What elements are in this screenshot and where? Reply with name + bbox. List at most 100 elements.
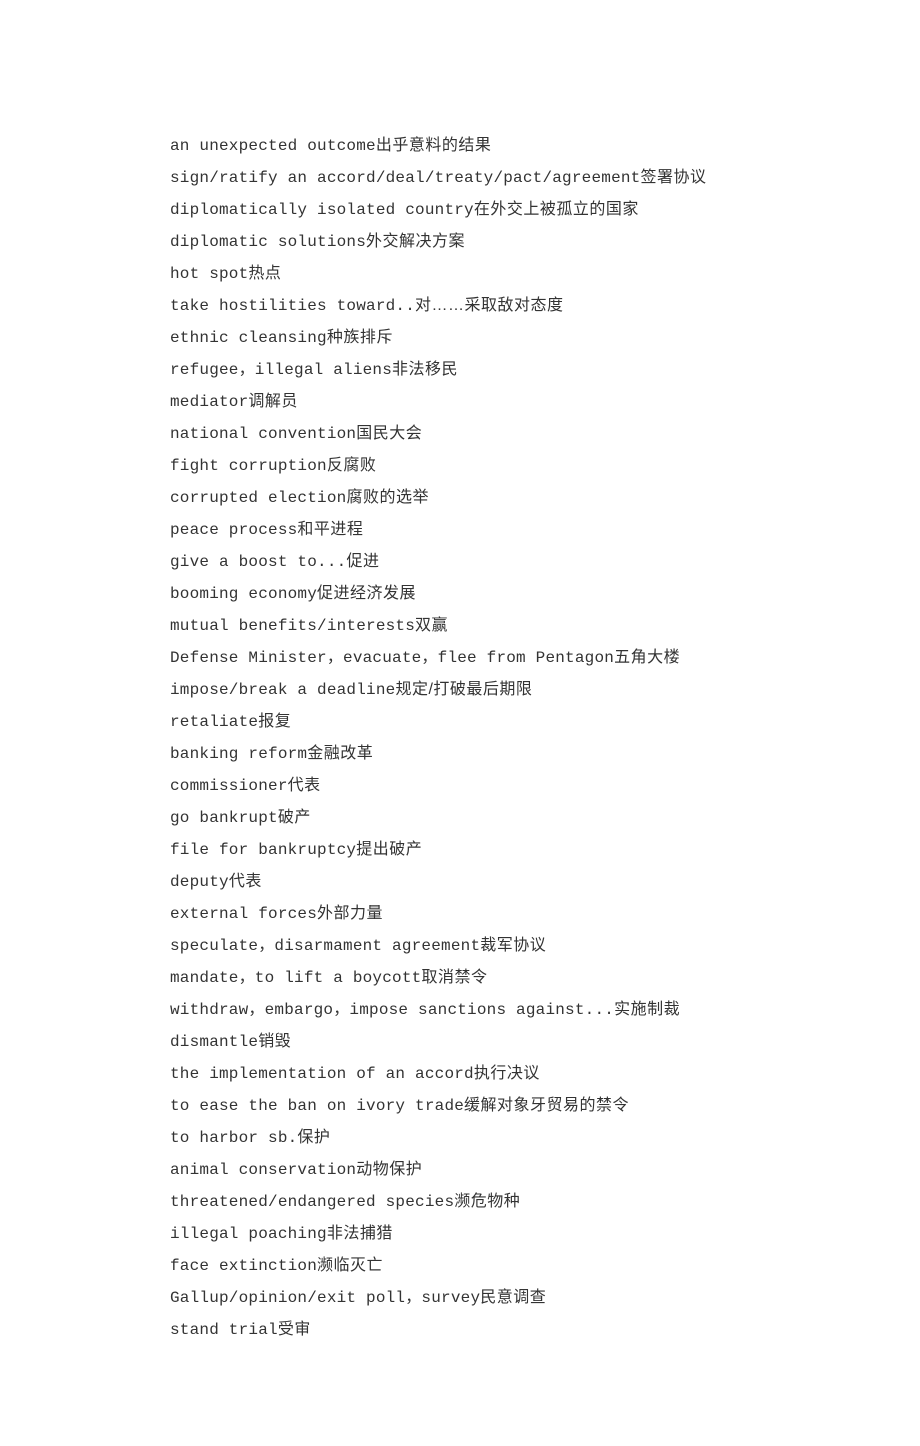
vocabulary-entry: national convention国民大会: [170, 418, 750, 450]
vocabulary-entry: mutual benefits/interests双赢: [170, 610, 750, 642]
vocabulary-entry: illegal poaching非法捕猎: [170, 1218, 750, 1250]
vocabulary-entry: corrupted election腐败的选举: [170, 482, 750, 514]
chinese-translation: 裁军协议: [480, 937, 546, 954]
chinese-translation: 出乎意料的结果: [376, 137, 492, 154]
chinese-translation: 破产: [278, 809, 311, 826]
vocabulary-entry: banking reform金融改革: [170, 738, 750, 770]
chinese-translation: 动物保护: [356, 1161, 422, 1178]
chinese-translation: 保护: [297, 1129, 330, 1146]
english-term: ethnic cleansing: [170, 329, 327, 347]
english-term: speculate，disarmament agreement: [170, 937, 480, 955]
vocabulary-entry: to ease the ban on ivory trade缓解对象牙贸易的禁令: [170, 1090, 750, 1122]
chinese-translation: 取消禁令: [421, 969, 487, 986]
english-term: threatened/endangered species: [170, 1193, 454, 1211]
english-term: face extinction: [170, 1257, 317, 1275]
vocabulary-entry: an unexpected outcome出乎意料的结果: [170, 130, 750, 162]
english-term: to harbor sb.: [170, 1129, 297, 1147]
chinese-translation: 在外交上被孤立的国家: [474, 201, 639, 218]
chinese-translation: 签署协议: [640, 169, 706, 186]
chinese-translation: 非法捕猎: [327, 1225, 393, 1242]
vocabulary-entry: stand trial受审: [170, 1314, 750, 1346]
chinese-translation: 濒危物种: [454, 1193, 520, 1210]
vocabulary-entry: peace process和平进程: [170, 514, 750, 546]
vocabulary-entry: mandate，to lift a boycott取消禁令: [170, 962, 750, 994]
english-term: an unexpected outcome: [170, 137, 376, 155]
english-term: dismantle: [170, 1033, 258, 1051]
english-term: national convention: [170, 425, 356, 443]
vocabulary-entry: refugee，illegal aliens非法移民: [170, 354, 750, 386]
chinese-translation: 提出破产: [356, 841, 422, 858]
chinese-translation: 缓解对象牙贸易的禁令: [464, 1097, 629, 1114]
chinese-translation: 对……采取敌对态度: [415, 297, 564, 314]
chinese-translation: 规定/打破最后期限: [395, 681, 532, 698]
vocabulary-entry: Gallup/opinion/exit poll，survey民意调查: [170, 1282, 750, 1314]
vocabulary-entry: fight corruption反腐败: [170, 450, 750, 482]
vocabulary-entry: diplomatic solutions外交解决方案: [170, 226, 750, 258]
vocabulary-entry: withdraw，embargo，impose sanctions agains…: [170, 994, 750, 1026]
english-term: mutual benefits/interests: [170, 617, 415, 635]
chinese-translation: 促进: [346, 553, 379, 570]
chinese-translation: 促进经济发展: [317, 585, 416, 602]
english-term: illegal poaching: [170, 1225, 327, 1243]
english-term: sign/ratify an accord/deal/treaty/pact/a…: [170, 169, 640, 187]
chinese-translation: 实施制裁: [614, 1001, 680, 1018]
english-term: booming economy: [170, 585, 317, 603]
english-term: take hostilities toward..: [170, 297, 415, 315]
english-term: go bankrupt: [170, 809, 278, 827]
chinese-translation: 调解员: [248, 393, 298, 410]
chinese-translation: 执行决议: [474, 1065, 540, 1082]
vocabulary-entry: file for bankruptcy提出破产: [170, 834, 750, 866]
chinese-translation: 濒临灭亡: [317, 1257, 383, 1274]
english-term: deputy: [170, 873, 229, 891]
chinese-translation: 受审: [278, 1321, 311, 1338]
vocabulary-entry: diplomatically isolated country在外交上被孤立的国…: [170, 194, 750, 226]
document-page: an unexpected outcome出乎意料的结果 sign/ratify …: [0, 0, 920, 1446]
english-term: stand trial: [170, 1321, 278, 1339]
chinese-translation: 代表: [229, 873, 262, 890]
english-term: refugee，illegal aliens: [170, 361, 392, 379]
vocabulary-entry: threatened/endangered species濒危物种: [170, 1186, 750, 1218]
english-term: animal conservation: [170, 1161, 356, 1179]
english-term: banking reform: [170, 745, 307, 763]
vocabulary-entry: dismantle销毁: [170, 1026, 750, 1058]
vocabulary-entry: ethnic cleansing种族排斥: [170, 322, 750, 354]
vocabulary-entry: mediator调解员: [170, 386, 750, 418]
vocabulary-entry: hot spot热点: [170, 258, 750, 290]
english-term: retaliate: [170, 713, 258, 731]
vocabulary-entry: booming economy促进经济发展: [170, 578, 750, 610]
chinese-translation: 销毁: [258, 1033, 291, 1050]
chinese-translation: 双赢: [415, 617, 448, 634]
chinese-translation: 外部力量: [317, 905, 383, 922]
vocabulary-entry: deputy代表: [170, 866, 750, 898]
vocabulary-entry: animal conservation动物保护: [170, 1154, 750, 1186]
vocabulary-entry: face extinction濒临灭亡: [170, 1250, 750, 1282]
english-term: mediator: [170, 393, 248, 411]
chinese-translation: 腐败的选举: [346, 489, 429, 506]
chinese-translation: 代表: [288, 777, 321, 794]
vocabulary-entry: go bankrupt破产: [170, 802, 750, 834]
vocabulary-entry: external forces外部力量: [170, 898, 750, 930]
english-term: peace process: [170, 521, 297, 539]
english-term: impose/break a deadline: [170, 681, 395, 699]
english-term: diplomatic solutions: [170, 233, 366, 251]
chinese-translation: 热点: [248, 265, 281, 282]
english-term: to ease the ban on ivory trade: [170, 1097, 464, 1115]
vocabulary-entry: the implementation of an accord执行决议: [170, 1058, 750, 1090]
vocabulary-entry: give a boost to...促进: [170, 546, 750, 578]
vocabulary-entry: impose/break a deadline规定/打破最后期限: [170, 674, 750, 706]
chinese-translation: 反腐败: [327, 457, 377, 474]
english-term: diplomatically isolated country: [170, 201, 474, 219]
chinese-translation: 报复: [258, 713, 291, 730]
chinese-translation: 民意调查: [480, 1289, 546, 1306]
english-term: hot spot: [170, 265, 248, 283]
chinese-translation: 非法移民: [392, 361, 458, 378]
english-term: commissioner: [170, 777, 288, 795]
vocabulary-entry: to harbor sb.保护: [170, 1122, 750, 1154]
vocabulary-entry: Defense Minister，evacuate，flee from Pent…: [170, 642, 750, 674]
chinese-translation: 国民大会: [356, 425, 422, 442]
chinese-translation: 金融改革: [307, 745, 373, 762]
chinese-translation: 种族排斥: [327, 329, 393, 346]
english-term: corrupted election: [170, 489, 346, 507]
vocabulary-entry: speculate，disarmament agreement裁军协议: [170, 930, 750, 962]
vocabulary-entry: take hostilities toward..对……采取敌对态度: [170, 290, 750, 322]
